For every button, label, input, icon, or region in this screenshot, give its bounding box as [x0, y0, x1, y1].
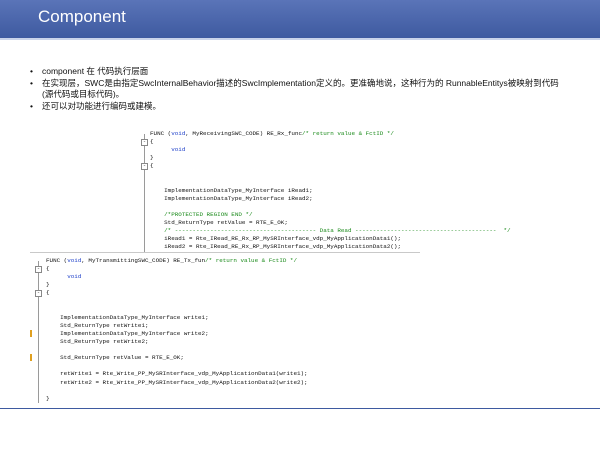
code-text: ImplementationDataType_MyInterface write…	[46, 313, 209, 321]
code-text: ImplementationDataType_MyInterface iRead…	[150, 194, 313, 202]
code-line: retWrite2 = Rte_Write_PP_MySRInterface_v…	[46, 378, 308, 387]
code-line: }	[46, 395, 50, 403]
code-line: void	[150, 146, 185, 154]
code-keyword: void	[67, 257, 82, 264]
bullet-list: component 在 代码执行层面 在实现层，SWC是由指定SwcIntern…	[30, 66, 570, 113]
code-text: , MyReceivingSWC_CODE) RE_Rx_func	[185, 130, 303, 137]
code-line: {	[150, 162, 154, 170]
fold-toggle-icon[interactable]: -	[35, 266, 42, 274]
code-line: Std_ReturnType retWrite2;	[46, 338, 149, 346]
footer-divider	[0, 408, 600, 409]
change-marker	[30, 354, 32, 362]
code-line: void	[46, 273, 81, 281]
code-line: FUNC (void, MyReceivingSWC_CODE) RE_Rx_f…	[150, 130, 394, 138]
code-comment: /* return value & FctID */	[205, 257, 298, 264]
code-text: FUNC (	[150, 130, 172, 137]
slide-title-bar: Component	[0, 0, 600, 38]
code-line: {	[46, 289, 50, 297]
code-line: ImplementationDataType_MyInterface write…	[46, 313, 209, 322]
code-text: {	[150, 162, 154, 170]
code-text: Std_ReturnType retWrite1;	[46, 321, 149, 329]
code-text: FUNC (	[46, 257, 68, 264]
code-line: ImplementationDataType_MyInterface iRead…	[150, 194, 313, 203]
fold-toggle-icon[interactable]: -	[141, 139, 148, 147]
code-text: Std_ReturnType retValue = RTE_E_OK;	[150, 219, 288, 227]
code-text: retWrite2 = Rte_Write_PP_MySRInterface_v…	[46, 378, 308, 386]
code-text: }	[46, 394, 50, 402]
bullet-item: component 在 代码执行层面	[30, 66, 570, 77]
code-text: {	[46, 289, 50, 297]
fold-toggle-icon[interactable]: -	[141, 163, 148, 171]
code-line: Std_ReturnType retWrite1;	[46, 321, 149, 330]
slide-title: Component	[38, 7, 126, 26]
code-text: }	[46, 281, 50, 289]
code-keyword: void	[67, 273, 82, 281]
code-text: , MyTransmittingSWC_CODE) RE_Tx_fun	[81, 257, 206, 264]
bullet-item: 还可以对功能进行编码或建模。	[30, 101, 570, 112]
code-line: iRead1 = Rte_IRead_RE_Rx_RP_MySRInterfac…	[150, 235, 401, 243]
code-text: }	[150, 154, 154, 162]
code-snippet-transmitting: FUNC (void, MyTransmittingSWC_CODE) RE_T…	[30, 252, 420, 403]
code-text: retWrite1 = Rte_Write_PP_MySRInterface_v…	[46, 370, 308, 378]
code-comment: /*PROTECTED REGION END */	[164, 211, 253, 218]
code-comment: /* return value & FctID */	[302, 130, 394, 137]
code-line: FUNC (void, MyTransmittingSWC_CODE) RE_T…	[46, 257, 297, 265]
code-line: }	[150, 154, 154, 162]
code-keyword: void	[171, 130, 186, 137]
fold-toggle-icon[interactable]: -	[35, 290, 42, 298]
code-line: ImplementationDataType_MyInterface iRead…	[150, 186, 313, 195]
code-text: ImplementationDataType_MyInterface iRead…	[150, 186, 313, 194]
code-line: {	[46, 265, 50, 273]
code-line: /* -------------------------------------…	[150, 227, 511, 235]
code-line: {	[150, 138, 154, 146]
code-line: }	[46, 281, 50, 289]
code-line: Std_ReturnType retValue = RTE_E_OK;	[46, 354, 184, 362]
code-comment: /* -------------------------------------…	[164, 227, 511, 235]
code-text: ImplementationDataType_MyInterface write…	[46, 329, 209, 337]
code-line: Std_ReturnType retValue = RTE_E_OK;	[150, 219, 288, 227]
bullet-item: 在实现层，SWC是由指定SwcInternalBehavior描述的SwcImp…	[30, 78, 570, 100]
title-divider	[0, 38, 600, 40]
code-text: Std_ReturnType retWrite2;	[46, 338, 149, 345]
code-text: iRead2 = Rte_IRead_RE_Rx_RP_MySRInterfac…	[150, 243, 401, 251]
code-keyword: void	[171, 146, 186, 154]
fold-gutter-line	[38, 261, 39, 403]
code-line: ImplementationDataType_MyInterface write…	[46, 329, 209, 338]
code-text: {	[150, 138, 154, 146]
code-text: {	[46, 265, 50, 273]
code-text: Std_ReturnType retValue = RTE_E_OK;	[46, 354, 184, 362]
fold-gutter-line	[144, 134, 145, 252]
code-line: iRead2 = Rte_IRead_RE_Rx_RP_MySRInterfac…	[150, 243, 401, 251]
change-marker	[30, 329, 32, 337]
code-text: iRead1 = Rte_IRead_RE_Rx_RP_MySRInterfac…	[150, 235, 401, 243]
code-line: /*PROTECTED REGION END */	[150, 211, 253, 219]
code-line: retWrite1 = Rte_Write_PP_MySRInterface_v…	[46, 370, 308, 378]
